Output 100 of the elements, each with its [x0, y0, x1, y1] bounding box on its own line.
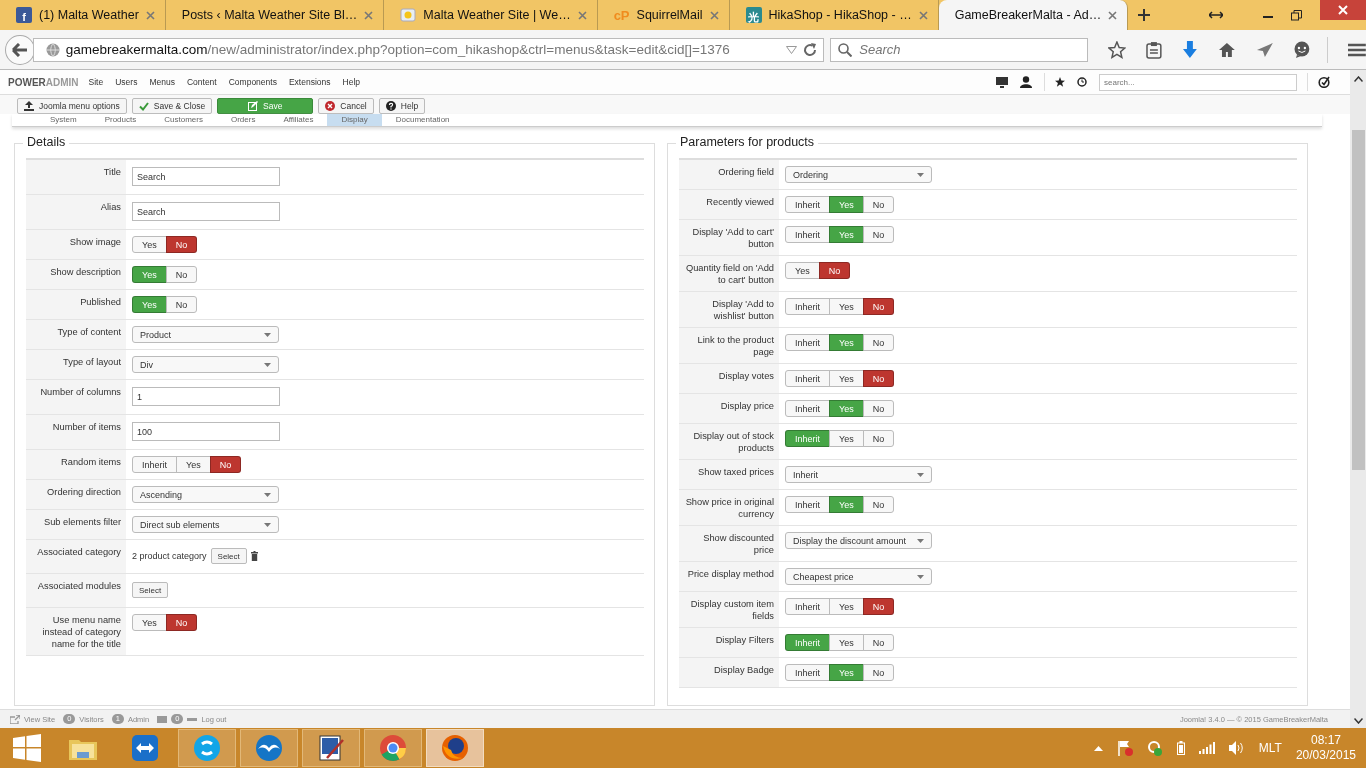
- toggle-option[interactable]: Inherit: [785, 496, 830, 513]
- select-button[interactable]: Select: [132, 582, 169, 598]
- toolbar-button[interactable]: Joomla menu options: [17, 98, 127, 114]
- dropdown[interactable]: Display the discount amount: [785, 532, 932, 549]
- flag-icon[interactable]: [1116, 740, 1133, 756]
- section-tab[interactable]: Customers: [150, 114, 217, 126]
- paper-plane-icon[interactable]: [1255, 41, 1274, 58]
- reload-icon[interactable]: [803, 42, 818, 57]
- menu-item[interactable]: Content: [186, 77, 217, 87]
- dropdown[interactable]: Div: [132, 356, 279, 373]
- close-button[interactable]: [1320, 0, 1366, 20]
- dropdown[interactable]: Ordering: [785, 166, 932, 183]
- toggle-option[interactable]: Yes: [132, 614, 167, 631]
- scroll-thumb[interactable]: [1351, 130, 1365, 470]
- toggle-option[interactable]: No: [862, 496, 895, 513]
- toggle-option[interactable]: Inherit: [785, 334, 830, 351]
- toggle-option[interactable]: No: [862, 400, 895, 417]
- section-tab[interactable]: Documentation: [381, 114, 464, 126]
- dropdown[interactable]: Ascending: [132, 486, 279, 503]
- toggle-option[interactable]: No: [862, 196, 895, 213]
- clipboard-icon[interactable]: [1146, 40, 1162, 59]
- restore-icon[interactable]: [1291, 9, 1302, 21]
- toggle-option[interactable]: No: [862, 598, 895, 615]
- menu-item[interactable]: Menus: [149, 77, 175, 87]
- toggle-option[interactable]: No: [165, 614, 198, 631]
- text-field[interactable]: Search: [132, 202, 280, 221]
- star-icon[interactable]: [1108, 40, 1127, 59]
- taskbar-button[interactable]: [426, 729, 484, 767]
- signal-icon[interactable]: [1198, 742, 1215, 754]
- toggle-option[interactable]: Yes: [829, 634, 864, 651]
- browser-tab[interactable]: GameBreakerMalta - Ad…: [938, 0, 1129, 30]
- speech-bubble-icon[interactable]: [1293, 40, 1312, 59]
- toggle-option[interactable]: No: [818, 262, 851, 279]
- toolbar-button[interactable]: Help: [378, 98, 426, 114]
- taskbar-button[interactable]: [302, 729, 360, 767]
- text-field[interactable]: 1: [132, 387, 280, 406]
- section-tab[interactable]: Products: [90, 114, 151, 126]
- toggle-option[interactable]: No: [862, 298, 895, 315]
- text-field[interactable]: 100: [132, 422, 280, 441]
- toggle-option[interactable]: Inherit: [785, 226, 830, 243]
- toggle-option[interactable]: Yes: [829, 430, 864, 447]
- dropdown[interactable]: Product: [132, 326, 279, 343]
- toggle-option[interactable]: Yes: [785, 262, 820, 279]
- toggle-option[interactable]: Inherit: [785, 400, 830, 417]
- toggle-option[interactable]: Inherit: [785, 298, 830, 315]
- search-field[interactable]: search...: [1099, 73, 1297, 91]
- speaker-icon[interactable]: [1228, 741, 1245, 755]
- user-icon[interactable]: [1020, 76, 1032, 88]
- toggle-option[interactable]: Inherit: [785, 664, 830, 681]
- toolbar-button[interactable]: Cancel: [318, 98, 374, 114]
- dropdown[interactable]: Direct sub elements: [132, 516, 279, 533]
- battery-icon[interactable]: [1176, 741, 1185, 755]
- sync-icon[interactable]: [1146, 740, 1163, 756]
- section-tab[interactable]: System: [36, 114, 91, 126]
- toggle-option[interactable]: No: [165, 296, 198, 313]
- menu-item[interactable]: Users: [115, 77, 138, 87]
- scrollbar[interactable]: [1350, 70, 1366, 728]
- download-icon[interactable]: [1181, 40, 1198, 59]
- toggle-option[interactable]: No: [862, 634, 895, 651]
- toggle-option[interactable]: No: [862, 664, 895, 681]
- section-tab[interactable]: Affiliates: [269, 114, 328, 126]
- search-field[interactable]: Search: [830, 37, 1089, 62]
- menu-item[interactable]: Components: [228, 77, 277, 87]
- toggle-option[interactable]: No: [862, 430, 895, 447]
- toggle-option[interactable]: Inherit: [785, 598, 830, 615]
- dropdown[interactable]: Inherit: [785, 466, 932, 483]
- toggle-option[interactable]: No: [165, 236, 198, 253]
- menu-item[interactable]: Extensions: [288, 77, 331, 87]
- toggle-option[interactable]: No: [209, 456, 242, 473]
- dropdown-icon[interactable]: [786, 45, 798, 54]
- toggle-option[interactable]: Yes: [829, 370, 864, 387]
- trash-icon[interactable]: [250, 551, 258, 561]
- toolbar-button[interactable]: Save & Close: [131, 98, 213, 114]
- section-tab[interactable]: Orders: [216, 114, 270, 126]
- resize-icon[interactable]: [1209, 11, 1223, 19]
- close-icon[interactable]: [577, 10, 587, 20]
- toggle-option[interactable]: Inherit: [785, 196, 830, 213]
- home-icon[interactable]: [1217, 41, 1236, 58]
- section-tab[interactable]: Display: [327, 114, 382, 126]
- toggle-option[interactable]: No: [862, 334, 895, 351]
- address-bar[interactable]: gamebreakermalta.com/new/administrator/index.php?option=com_hikashop&ctrl=menus&task=edit&cid[]=1376: [32, 37, 825, 62]
- back-button[interactable]: [5, 34, 35, 65]
- close-icon[interactable]: [918, 10, 928, 20]
- close-icon[interactable]: [145, 10, 155, 20]
- menu-item[interactable]: Help: [342, 77, 360, 87]
- close-icon[interactable]: [364, 10, 374, 20]
- menu-item[interactable]: Site: [88, 77, 104, 87]
- up-arrow-icon[interactable]: [1093, 745, 1103, 751]
- plus-icon[interactable]: [1138, 9, 1151, 21]
- check-circle-icon[interactable]: [1318, 76, 1330, 88]
- toggle-option[interactable]: Inherit: [132, 456, 177, 473]
- select-button[interactable]: Select: [210, 548, 247, 564]
- clock-icon[interactable]: [1077, 77, 1087, 87]
- toggle-option[interactable]: Yes: [829, 298, 864, 315]
- toggle-option[interactable]: No: [862, 370, 895, 387]
- toggle-option[interactable]: Yes: [132, 236, 167, 253]
- toggle-option[interactable]: No: [862, 226, 895, 243]
- close-icon[interactable]: [1108, 10, 1118, 20]
- text-field[interactable]: Search: [132, 167, 280, 186]
- brand-logo[interactable]: POWERADMIN: [8, 76, 79, 88]
